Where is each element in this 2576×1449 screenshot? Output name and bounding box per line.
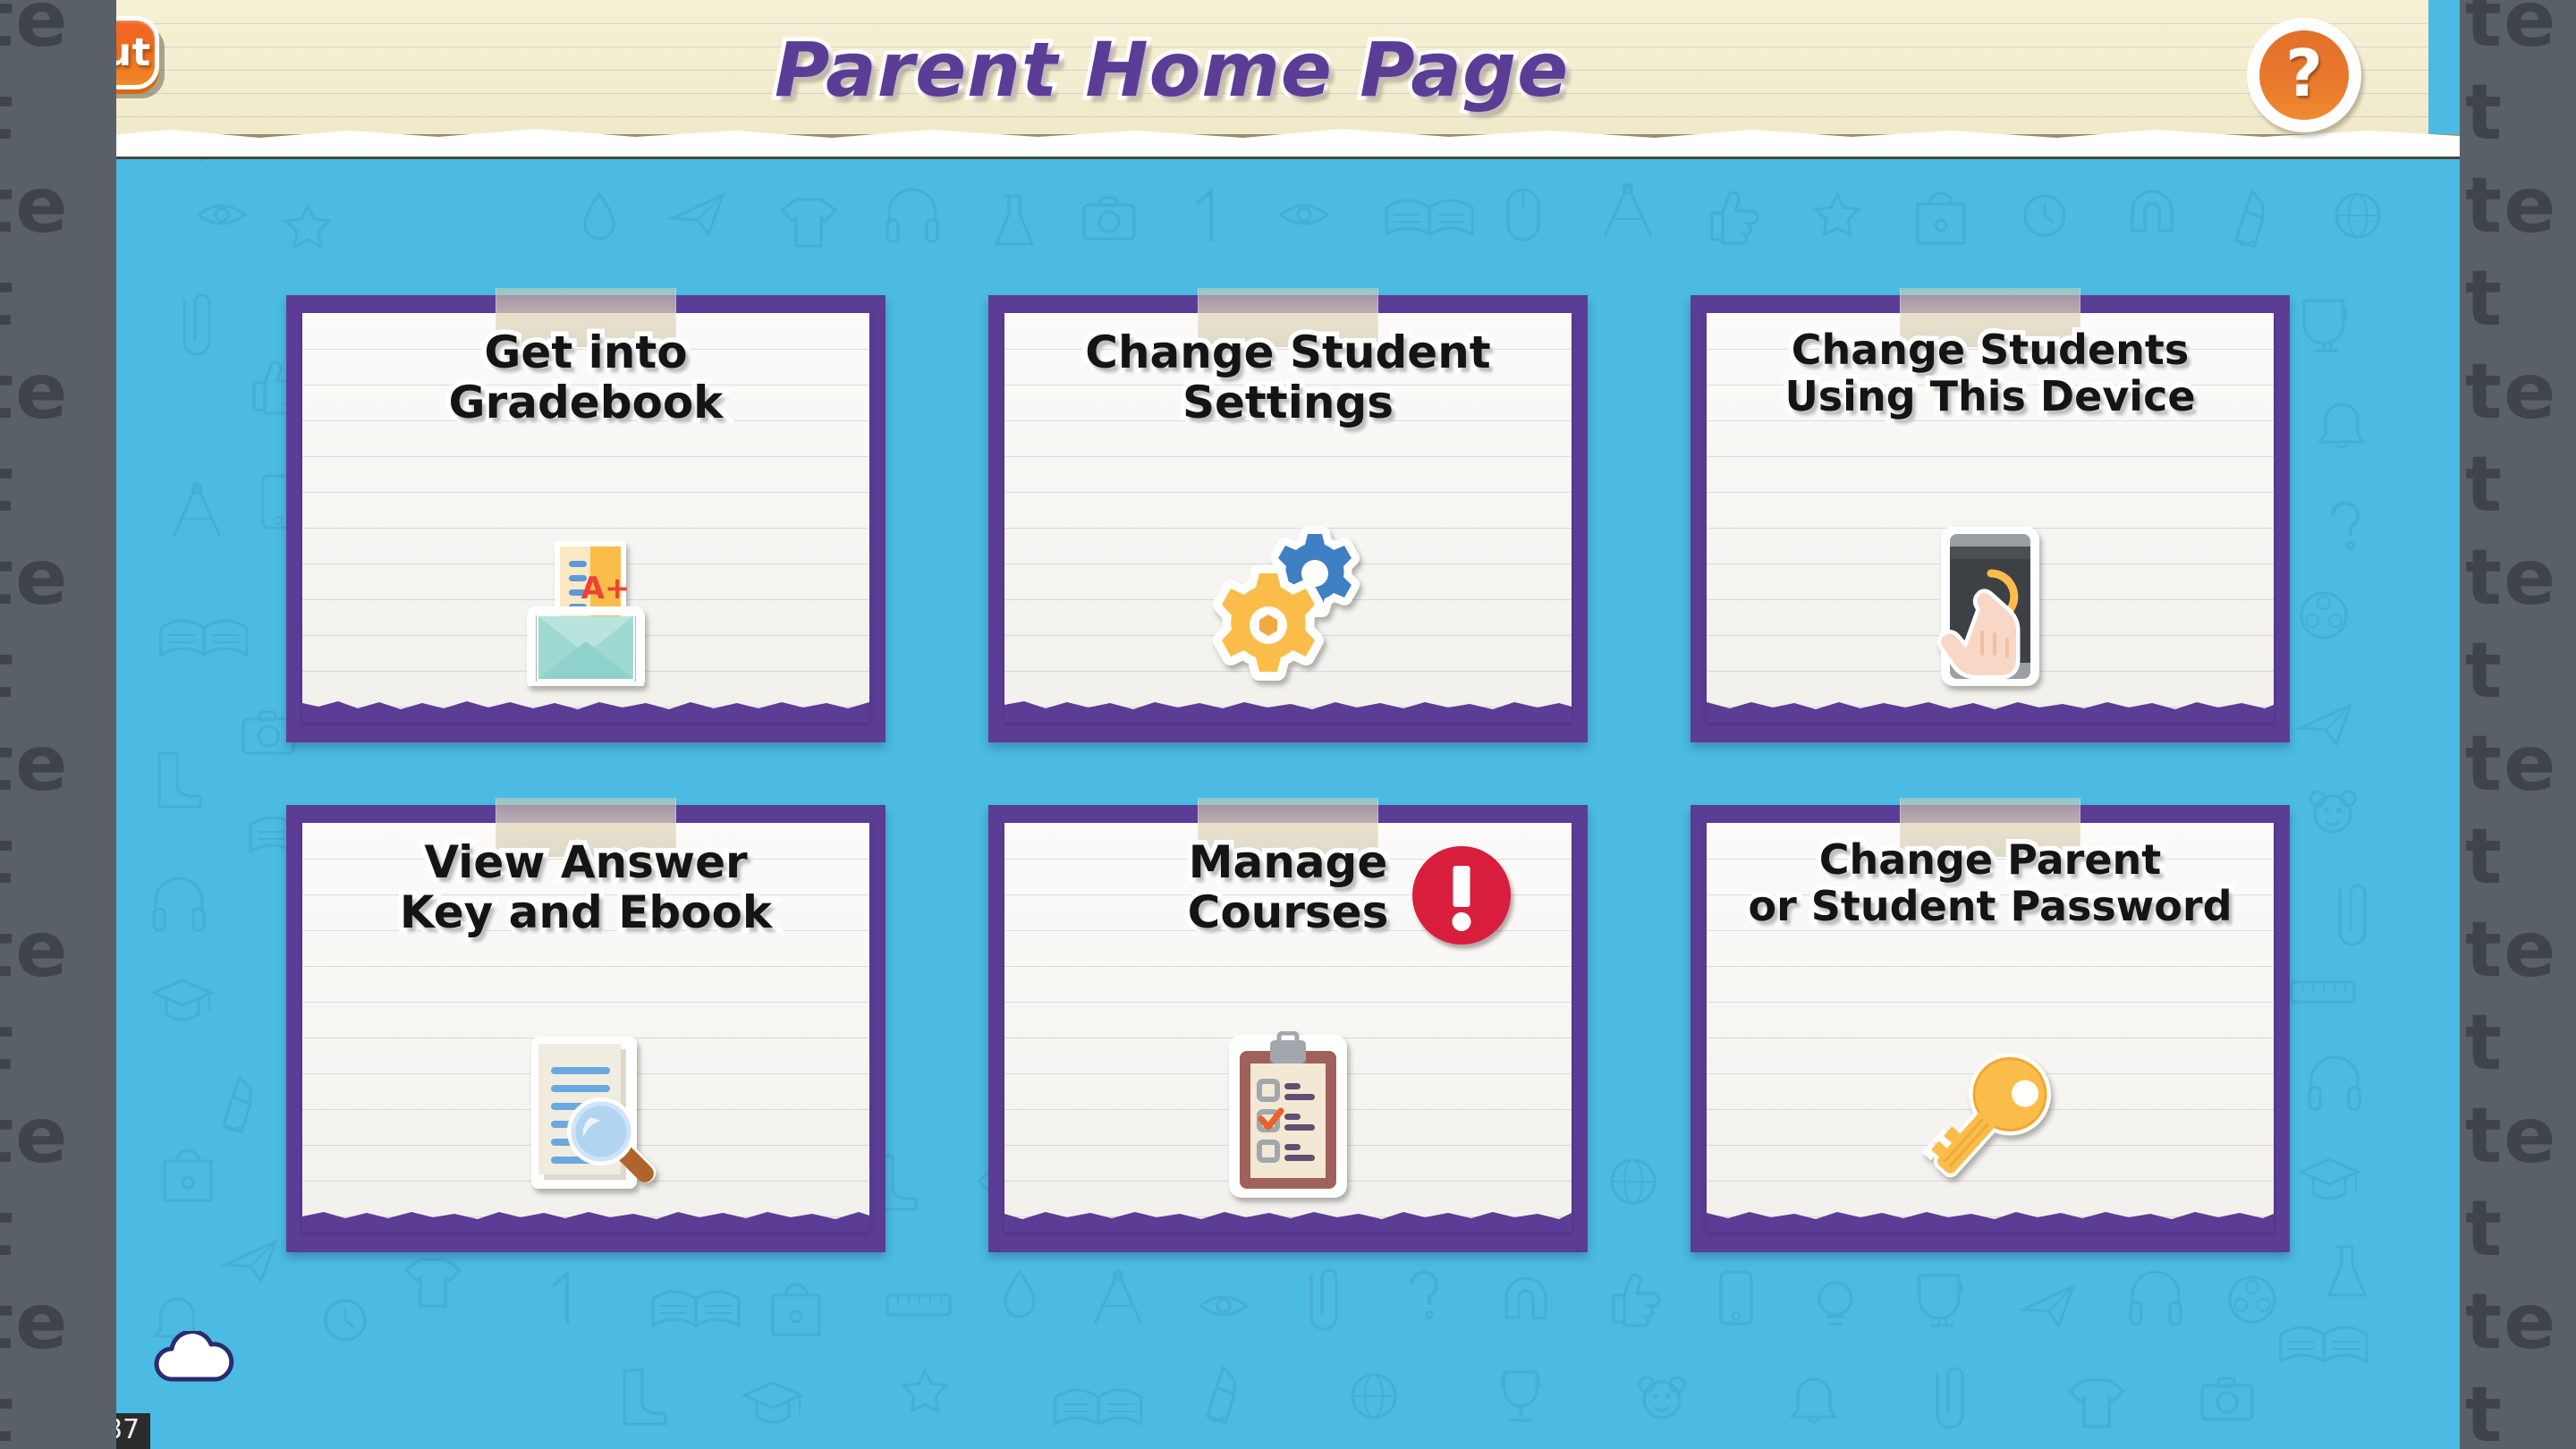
- exclamation-dot-icon: [1452, 912, 1471, 931]
- card-title: Get into Gradebook: [311, 323, 860, 433]
- card-title-line-1: View Answer: [419, 833, 752, 893]
- card-title-line-1: Change Parent: [1814, 832, 2166, 887]
- card-change-parent-or-student-password[interactable]: Change Parent or Student Password: [1690, 798, 2290, 1252]
- key-icon: [1690, 1027, 2290, 1206]
- app-stage: te t te t te t te t te t te t te t te t …: [0, 0, 2576, 1449]
- right-letterbox-strip: te t te t te t te t te t te t te t te t: [2460, 0, 2576, 1449]
- document-magnifier-icon: [286, 1027, 886, 1206]
- card-get-into-gradebook[interactable]: Get into Gradebook A+: [286, 288, 886, 742]
- card-change-student-settings[interactable]: Change Student Settings: [988, 288, 1588, 742]
- svg-text:A+: A+: [581, 571, 631, 606]
- header-torn-edge: [0, 129, 2460, 157]
- question-mark-icon: ?: [2259, 30, 2349, 120]
- help-button[interactable]: ?: [2247, 18, 2361, 132]
- card-change-students-using-this-device[interactable]: Change Students Using This Device: [1690, 288, 2290, 742]
- card-view-answer-key-and-ebook[interactable]: View Answer Key and Ebook: [286, 798, 886, 1252]
- card-title: Change Students Using This Device: [1716, 322, 2265, 424]
- card-title: View Answer Key and Ebook: [311, 833, 860, 943]
- cloud-sync-icon: [152, 1329, 234, 1385]
- left-watermark-text: te t te t te t te t te t te t te t te t: [0, 0, 70, 1449]
- card-manage-courses[interactable]: Manage Courses: [988, 798, 1588, 1252]
- card-title-line-2: or Student Password: [1743, 878, 2237, 934]
- status-badge-alert[interactable]: [1412, 846, 1511, 945]
- card-title: Change Parent or Student Password: [1716, 832, 2265, 934]
- card-title: Change Student Settings: [1013, 323, 1563, 433]
- torn-paper-edge: [1004, 1212, 1572, 1233]
- torn-paper-edge: [1707, 702, 2274, 723]
- app-header: Logout Parent Home Page ?: [0, 0, 2460, 159]
- envelope-grade-report-icon: A+: [286, 517, 886, 696]
- card-title-line-2: Key and Ebook: [394, 883, 776, 943]
- card-title-line-2: Using This Device: [1780, 369, 2200, 424]
- gears-icon: [988, 517, 1588, 696]
- clipboard-checklist-icon: [988, 1027, 1588, 1206]
- torn-paper-edge: [1004, 701, 1572, 723]
- tablet-tap-icon: [1690, 517, 2290, 696]
- card-title-line-1: Change Student: [1080, 323, 1496, 383]
- torn-paper-edge: [302, 1212, 869, 1233]
- help-label: ?: [2285, 36, 2323, 111]
- right-watermark-text: te t te t te t te t te t te t te t te t: [2465, 0, 2558, 1449]
- card-title-line-2: Gradebook: [444, 373, 728, 433]
- menu-card-grid: Get into Gradebook A+ Change Student Set…: [286, 288, 2290, 1257]
- torn-paper-edge: [302, 701, 869, 723]
- card-title-line-1: Get into: [479, 323, 692, 383]
- exclamation-bar-icon: [1453, 866, 1470, 907]
- card-title-line-2: Settings: [1177, 373, 1398, 433]
- torn-paper-edge: [1707, 1212, 2274, 1233]
- main-canvas: Get into Gradebook A+ Change Student Set…: [116, 0, 2460, 1449]
- left-letterbox-strip: te t te t te t te t te t te t te t te t: [0, 0, 116, 1449]
- card-title-line-1: Change Students: [1786, 322, 2194, 377]
